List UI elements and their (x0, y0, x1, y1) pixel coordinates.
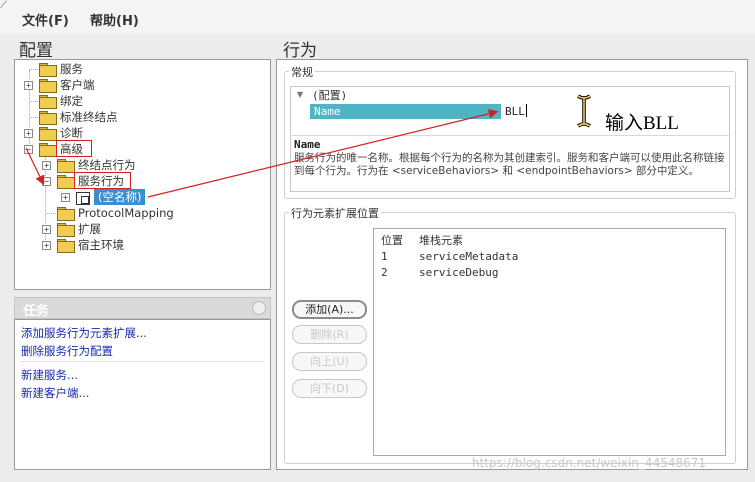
corner-mark: ⟋ (0, 0, 7, 11)
text-caret (526, 104, 527, 117)
annotation-box (74, 172, 131, 189)
folder-icon (57, 175, 75, 189)
divider (20, 361, 264, 362)
tasks-title: 任务 (23, 304, 50, 319)
folder-icon (39, 63, 57, 77)
move-up-button[interactable]: 向上(U) (292, 352, 367, 371)
property-name: Name (314, 105, 341, 118)
menu-help[interactable]: 帮助(H) (90, 10, 139, 29)
column-header-element[interactable]: 堆栈元素 (419, 232, 463, 248)
column-header-position[interactable]: 位置 (381, 232, 403, 248)
ibeam-cursor-icon (577, 94, 591, 128)
list-item-position[interactable]: 2 (381, 266, 388, 279)
folder-icon (39, 95, 57, 109)
folder-icon (39, 143, 57, 157)
expand-icon[interactable]: + (24, 81, 33, 90)
folder-icon (39, 127, 57, 141)
list-item-element[interactable]: serviceDebug (419, 266, 498, 279)
tree-item-extensions[interactable]: 扩展 (78, 221, 101, 237)
add-button[interactable]: 添加(A)... (292, 300, 367, 319)
collapse-arrow-icon[interactable]: ▼ (297, 90, 303, 99)
folder-icon (57, 223, 75, 237)
task-new-service[interactable]: 新建服务... (21, 367, 78, 383)
list-item-position[interactable]: 1 (381, 250, 388, 263)
remove-button[interactable]: 删除(R) (292, 325, 367, 344)
collapse-icon[interactable]: − (42, 177, 51, 186)
menu-file[interactable]: 文件(F) (22, 10, 69, 29)
description-title: Name (294, 138, 321, 151)
expand-icon[interactable]: + (24, 129, 33, 138)
collapse-icon[interactable]: − (24, 145, 33, 154)
tree-item-bindings[interactable]: 绑定 (60, 93, 83, 109)
divider (290, 135, 730, 136)
tasks-header[interactable]: 任务 (14, 297, 271, 319)
description-text: 服务行为的唯一名称。根据每个行为的名称为其创建索引。服务和客户端可以使用此名称链… (294, 152, 725, 177)
tree-item-hosting-environment[interactable]: 宿主环境 (78, 237, 124, 253)
config-title: 配置 (19, 41, 53, 61)
expand-icon[interactable]: + (42, 241, 51, 250)
annotation-text: 输入BLL (605, 113, 679, 134)
list-item-element[interactable]: serviceMetadata (419, 250, 518, 263)
tree-item-protocol-mapping[interactable]: ProtocolMapping (78, 205, 174, 221)
expand-icon[interactable]: + (42, 161, 51, 170)
folder-icon (57, 159, 75, 173)
folder-icon (39, 79, 57, 93)
tree-item-endpoint-behaviors[interactable]: 终结点行为 (78, 157, 136, 173)
tree-item-diagnostics[interactable]: 诊断 (60, 125, 83, 141)
task-add-extension[interactable]: 添加服务行为元素扩展... (21, 325, 147, 341)
collapse-icon[interactable] (252, 301, 266, 315)
folder-icon (39, 111, 57, 125)
tree-item-unnamed-behavior[interactable]: (空名称) (94, 189, 146, 205)
task-delete-behavior[interactable]: 删除服务行为配置 (21, 343, 113, 359)
move-down-button[interactable]: 向下(D) (292, 379, 367, 398)
extension-group-title: 行为元素扩展位置 (289, 205, 381, 221)
general-group-title: 常规 (289, 64, 315, 80)
property-category: (配置) (312, 89, 348, 102)
menu-bar: ⟋ 文件(F) 帮助(H) (0, 0, 755, 34)
annotation-box (56, 140, 92, 157)
property-value-input[interactable]: BLL (505, 105, 525, 118)
folder-icon (57, 207, 75, 221)
expand-icon[interactable]: + (61, 193, 70, 202)
tree-item-services[interactable]: 服务 (60, 61, 83, 77)
expand-icon[interactable]: + (42, 225, 51, 234)
watermark: https://blog.csdn.net/weixin_44548671 (472, 456, 707, 470)
tree-item-client[interactable]: 客户端 (60, 77, 95, 93)
task-new-client[interactable]: 新建客户端... (21, 385, 89, 401)
folder-icon (57, 239, 75, 253)
behavior-node-icon (76, 192, 90, 205)
tree-item-standard-endpoints[interactable]: 标准终结点 (60, 109, 118, 125)
config-tree (14, 59, 271, 290)
behavior-title: 行为 (283, 41, 317, 61)
